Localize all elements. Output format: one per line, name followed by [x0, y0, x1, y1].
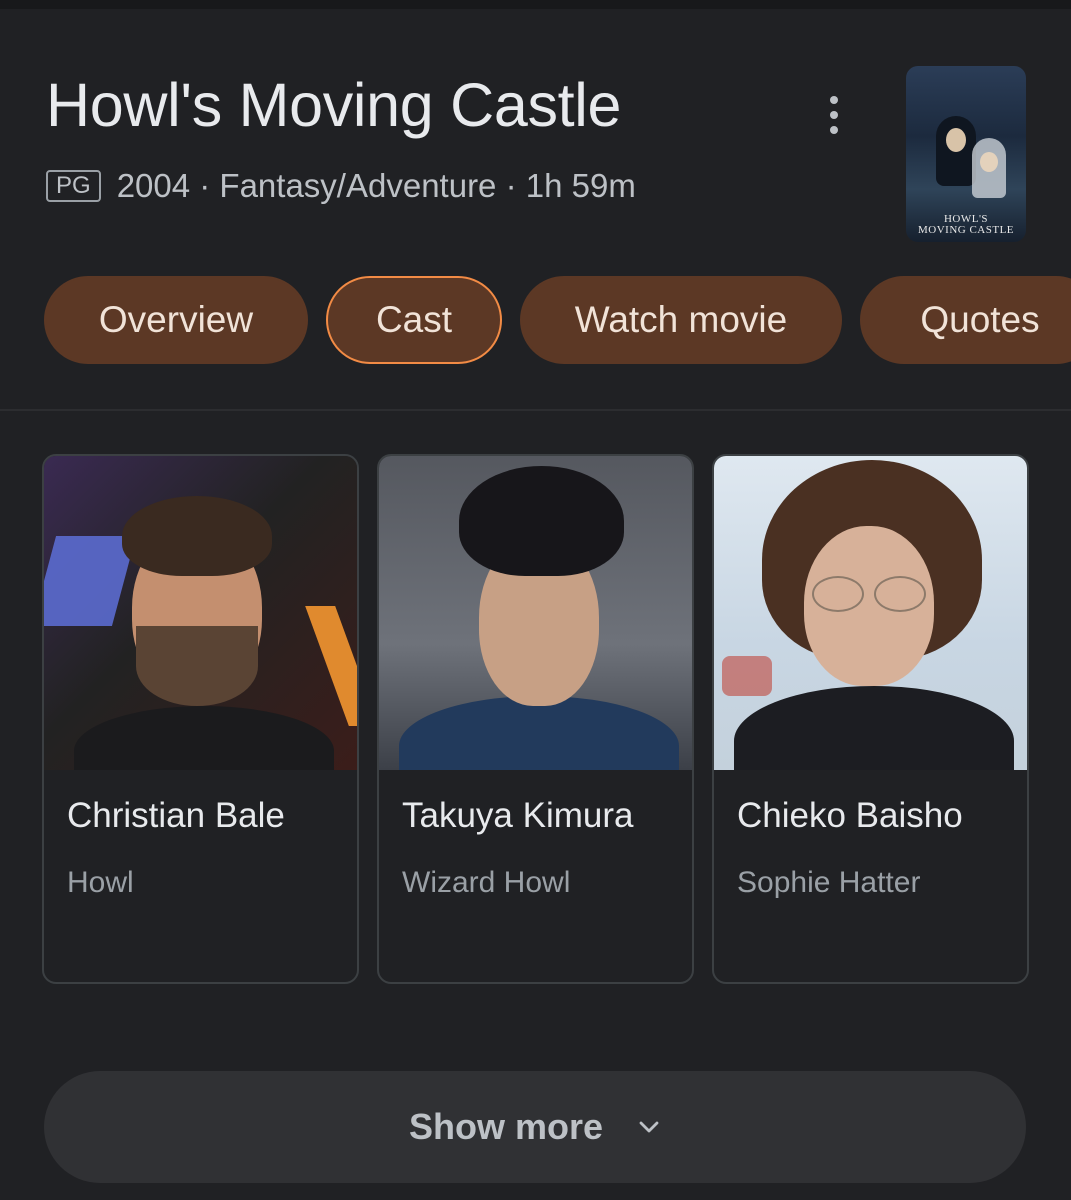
- chevron-down-icon: [639, 1121, 659, 1133]
- cast-role: Howl: [67, 866, 134, 899]
- tab-watch-movie[interactable]: Watch movie: [520, 276, 842, 364]
- cast-name: Christian Bale: [67, 796, 285, 835]
- cast-name: Takuya Kimura: [402, 796, 634, 835]
- more-vert-icon[interactable]: [814, 92, 854, 138]
- show-more-button[interactable]: Show more: [44, 1071, 1026, 1183]
- page-title: Howl's Moving Castle: [46, 71, 622, 139]
- poster-logo: Howl's Moving Castle: [917, 213, 1015, 236]
- cast-role: Wizard Howl: [402, 866, 571, 899]
- cast-card[interactable]: Chieko Baisho Sophie Hatter: [712, 454, 1029, 984]
- movie-poster[interactable]: Howl's Moving Castle: [906, 66, 1026, 242]
- cast-card[interactable]: Takuya Kimura Wizard Howl: [377, 454, 694, 984]
- rating-badge: PG: [46, 170, 101, 202]
- knowledge-panel: Howl's Moving Castle PG 2004 · Fantasy/A…: [0, 0, 1071, 1200]
- cast-photo: [379, 456, 692, 770]
- tab-bar: Overview Cast Watch movie Quotes: [44, 276, 1071, 366]
- tab-overview[interactable]: Overview: [44, 276, 308, 364]
- cast-name: Chieko Baisho: [737, 796, 963, 835]
- tab-cast[interactable]: Cast: [326, 276, 502, 364]
- movie-meta-text: 2004 · Fantasy/Adventure · 1h 59m: [116, 167, 636, 204]
- cast-photo: [44, 456, 357, 770]
- tab-quotes[interactable]: Quotes: [860, 276, 1071, 364]
- cast-carousel: Christian Bale Howl Takuya Kimura Wizard…: [42, 454, 1029, 984]
- movie-meta: PG 2004 · Fantasy/Adventure · 1h 59m: [46, 167, 636, 205]
- divider: [0, 409, 1071, 411]
- cast-photo: [714, 456, 1027, 770]
- top-edge: [0, 0, 1071, 9]
- cast-role: Sophie Hatter: [737, 866, 921, 899]
- show-more-label: Show more: [408, 1106, 604, 1147]
- cast-card[interactable]: Christian Bale Howl: [42, 454, 359, 984]
